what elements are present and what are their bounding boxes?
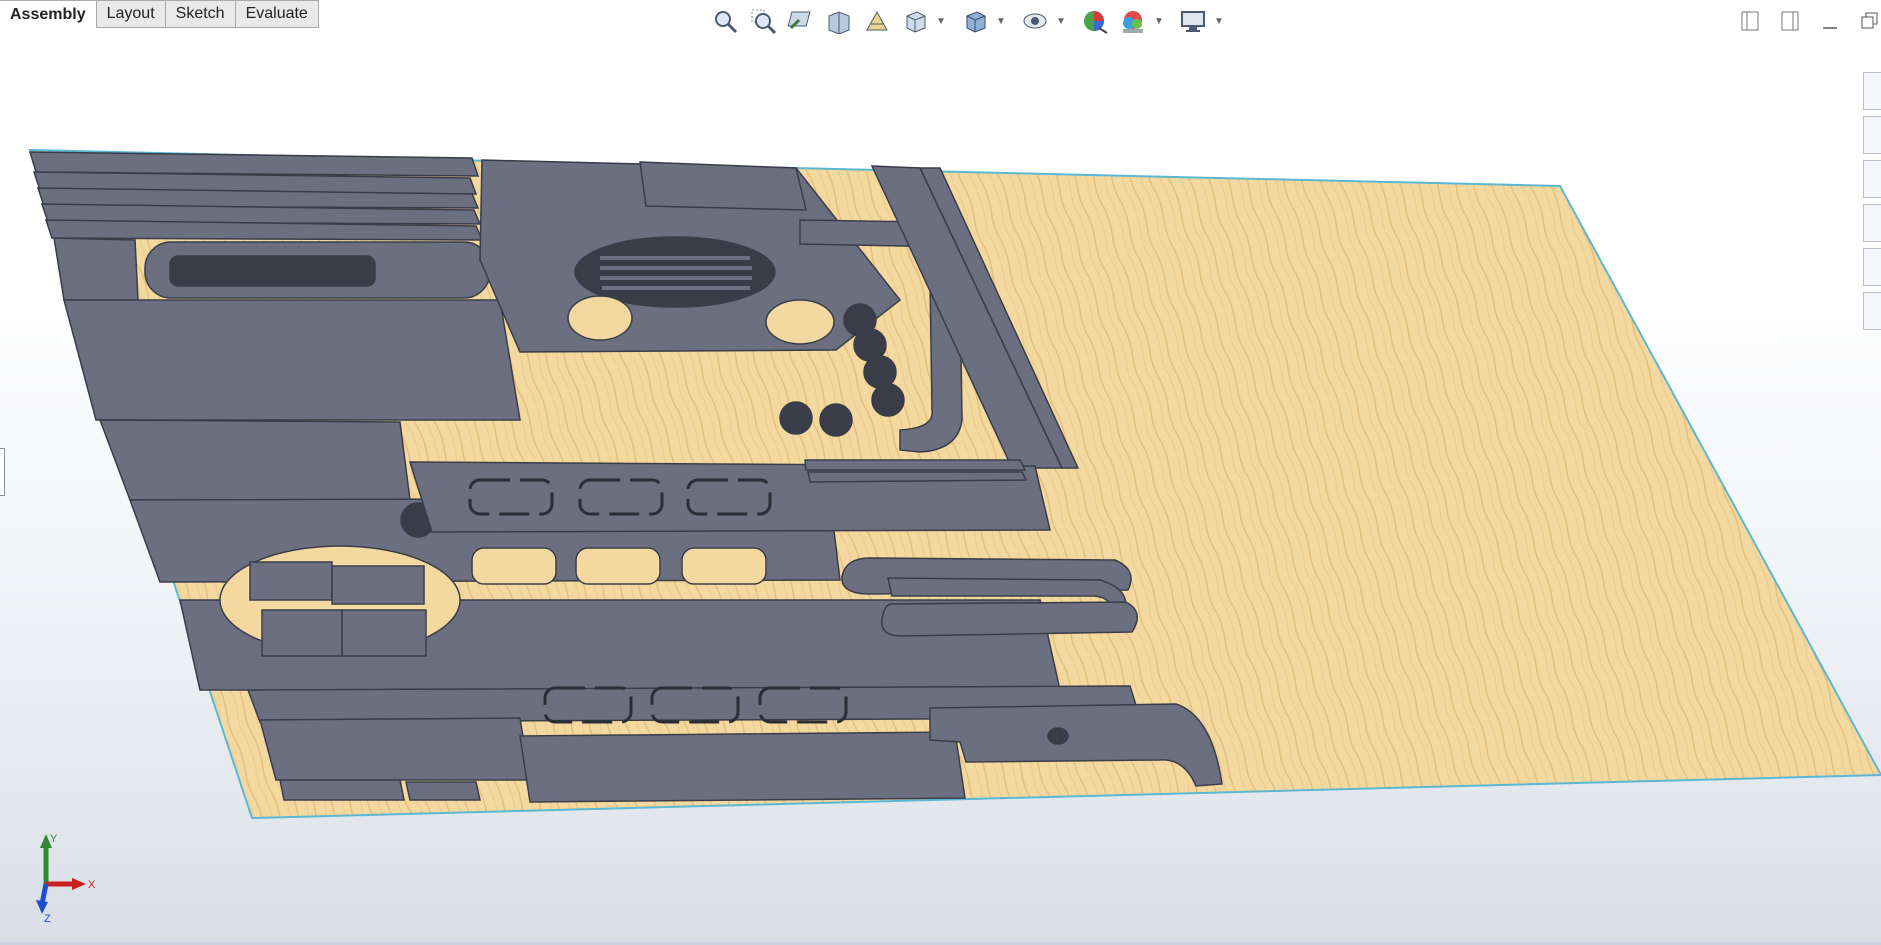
window-controls [1739, 10, 1881, 32]
chevron-down-icon[interactable]: ▼ [1056, 5, 1066, 37]
previous-view-icon[interactable] [784, 5, 818, 37]
triad-z-label: Z [44, 913, 51, 922]
display-style-icon[interactable] [958, 5, 992, 37]
restore-icon[interactable] [1859, 10, 1881, 32]
zoom-to-fit-icon[interactable] [708, 5, 742, 37]
chevron-down-icon[interactable]: ▼ [1214, 5, 1224, 37]
heads-up-view-toolbar: ▼ ▼ ▼ ▼ ▼ [708, 4, 1232, 38]
minimize-icon[interactable] [1819, 10, 1841, 32]
chevron-down-icon[interactable]: ▼ [936, 5, 946, 37]
chevron-down-icon[interactable]: ▼ [1154, 5, 1164, 37]
triad-x-label: X [88, 879, 96, 891]
triad-y-label: Y [50, 833, 58, 845]
dynamic-annotation-icon[interactable] [860, 5, 894, 37]
coordinate-triad: Y X Z [36, 833, 96, 922]
edit-appearance-icon[interactable] [1078, 5, 1112, 37]
chevron-down-icon[interactable]: ▼ [996, 5, 1006, 37]
view-settings-icon[interactable] [1176, 5, 1210, 37]
tile-right-icon[interactable] [1779, 10, 1801, 32]
tile-left-icon[interactable] [1739, 10, 1761, 32]
tab-sketch[interactable]: Sketch [165, 0, 236, 28]
zoom-to-area-icon[interactable] [746, 5, 780, 37]
tab-evaluate[interactable]: Evaluate [235, 0, 319, 28]
view-orientation-icon[interactable] [898, 5, 932, 37]
tab-layout[interactable]: Layout [96, 0, 166, 28]
hide-show-items-icon[interactable] [1018, 5, 1052, 37]
command-manager-tabs: Assembly Layout Sketch Evaluate [0, 0, 319, 30]
section-view-icon[interactable] [822, 5, 856, 37]
apply-scene-icon[interactable] [1116, 5, 1150, 37]
tab-assembly[interactable]: Assembly [0, 0, 97, 28]
graphics-area[interactable] [0, 40, 1881, 930]
